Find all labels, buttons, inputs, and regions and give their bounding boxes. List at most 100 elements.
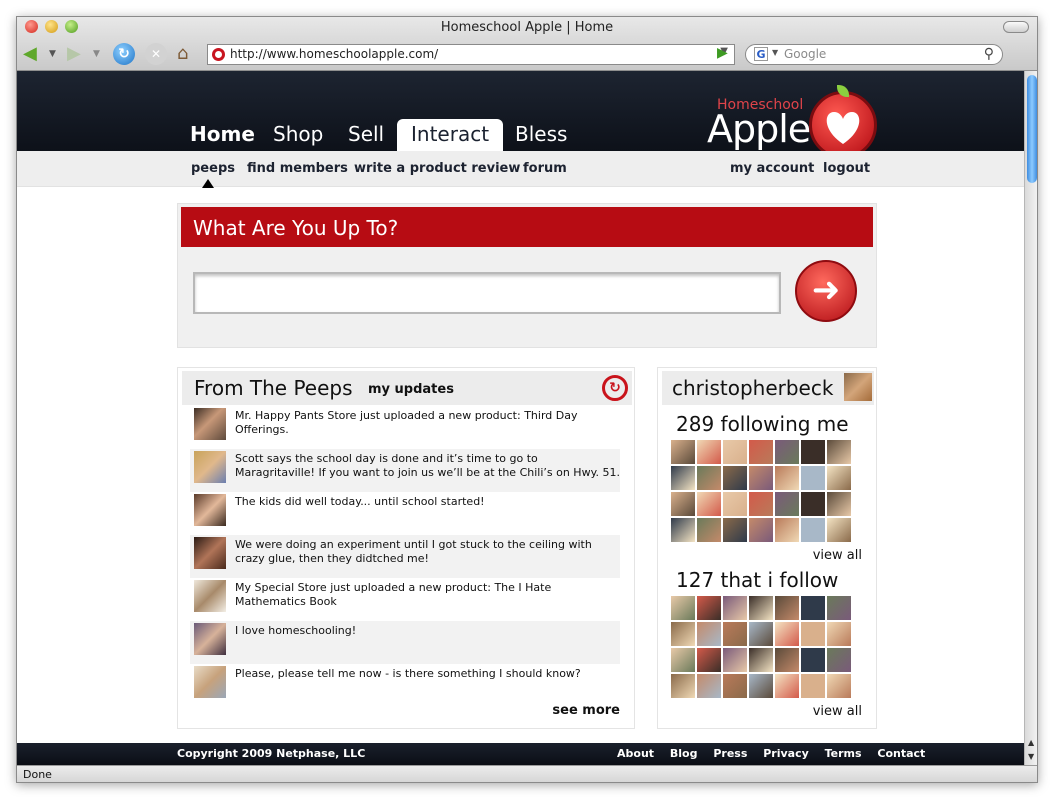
footer-link-terms[interactable]: Terms [825, 747, 862, 760]
subnav-logout[interactable]: logout [823, 161, 870, 176]
avatar[interactable] [194, 408, 226, 440]
member-thumbnail[interactable] [697, 622, 721, 646]
scroll-up-arrow-icon[interactable]: ▲ [1028, 738, 1034, 747]
member-thumbnail[interactable] [723, 492, 747, 516]
member-thumbnail[interactable] [801, 492, 825, 516]
see-more-link[interactable]: see more [552, 703, 620, 718]
back-arrow-icon[interactable]: ◀ [23, 43, 37, 65]
member-thumbnail[interactable] [801, 648, 825, 672]
member-thumbnail[interactable] [749, 648, 773, 672]
member-thumbnail[interactable] [671, 440, 695, 464]
member-thumbnail[interactable] [671, 622, 695, 646]
member-thumbnail[interactable] [749, 674, 773, 698]
reload-icon[interactable]: ↻ [113, 43, 135, 65]
member-thumbnail[interactable] [827, 492, 851, 516]
avatar[interactable] [194, 451, 226, 483]
forward-arrow-icon[interactable]: ▶ [67, 43, 81, 65]
member-thumbnail[interactable] [775, 648, 799, 672]
footer-link-press[interactable]: Press [713, 747, 747, 760]
tab-sell[interactable]: Sell [334, 119, 398, 151]
member-thumbnail[interactable] [749, 492, 773, 516]
member-thumbnail[interactable] [775, 492, 799, 516]
member-thumbnail[interactable] [775, 596, 799, 620]
search-engine-caret-icon[interactable]: ▼ [772, 48, 778, 57]
member-thumbnail[interactable] [697, 674, 721, 698]
member-thumbnail[interactable] [801, 674, 825, 698]
member-thumbnail[interactable] [723, 622, 747, 646]
subnav-find-members[interactable]: find members [247, 161, 348, 176]
member-thumbnail[interactable] [723, 518, 747, 542]
avatar[interactable] [194, 666, 226, 698]
tab-bless[interactable]: Bless [501, 119, 581, 151]
footer-link-privacy[interactable]: Privacy [763, 747, 809, 760]
address-text[interactable]: http://www.homeschoolapple.com/ [230, 47, 438, 61]
avatar[interactable] [194, 537, 226, 569]
avatar[interactable] [844, 373, 872, 401]
go-arrow-icon[interactable]: ▶ [717, 45, 728, 61]
member-thumbnail[interactable] [801, 466, 825, 490]
subnav-write-review[interactable]: write a product review [354, 161, 520, 176]
stop-icon[interactable]: ✕ [145, 43, 167, 65]
subnav-my-account[interactable]: my account [730, 161, 814, 176]
following-count[interactable]: 127 that i follow [676, 568, 838, 592]
member-thumbnail[interactable] [801, 622, 825, 646]
followers-count[interactable]: 289 following me [676, 412, 849, 436]
logo-big-text[interactable]: Apple [707, 107, 811, 151]
member-thumbnail[interactable] [749, 440, 773, 464]
avatar[interactable] [194, 580, 226, 612]
my-updates-tab[interactable]: my updates [368, 382, 454, 397]
member-thumbnail[interactable] [827, 622, 851, 646]
member-thumbnail[interactable] [671, 648, 695, 672]
member-thumbnail[interactable] [723, 648, 747, 672]
avatar[interactable] [194, 494, 226, 526]
member-thumbnail[interactable] [697, 518, 721, 542]
profile-username[interactable]: christopherbeck [672, 376, 833, 400]
address-bar[interactable]: http://www.homeschoolapple.com/ ▼ [207, 44, 735, 65]
footer-link-blog[interactable]: Blog [670, 747, 698, 760]
back-history-caret-icon[interactable]: ▼ [49, 43, 56, 65]
scrollbar-thumb[interactable] [1027, 75, 1037, 183]
footer-link-contact[interactable]: Contact [877, 747, 925, 760]
member-thumbnail[interactable] [827, 518, 851, 542]
member-thumbnail[interactable] [775, 440, 799, 464]
member-thumbnail[interactable] [723, 466, 747, 490]
member-thumbnail[interactable] [697, 466, 721, 490]
member-thumbnail[interactable] [671, 518, 695, 542]
vertical-scrollbar[interactable]: ▲ ▼ [1024, 71, 1037, 765]
member-thumbnail[interactable] [697, 648, 721, 672]
member-thumbnail[interactable] [671, 492, 695, 516]
member-thumbnail[interactable] [697, 440, 721, 464]
member-thumbnail[interactable] [801, 518, 825, 542]
member-thumbnail[interactable] [827, 440, 851, 464]
member-thumbnail[interactable] [671, 596, 695, 620]
refresh-icon[interactable]: ↻ [602, 375, 628, 401]
tab-home[interactable]: Home [176, 119, 269, 151]
apple-heart-logo-icon[interactable] [809, 91, 877, 159]
subnav-peeps[interactable]: peeps [191, 161, 235, 176]
member-thumbnail[interactable] [723, 674, 747, 698]
member-thumbnail[interactable] [827, 648, 851, 672]
member-thumbnail[interactable] [775, 518, 799, 542]
footer-link-about[interactable]: About [617, 747, 654, 760]
toolbar-toggle-button[interactable] [1003, 21, 1029, 33]
member-thumbnail[interactable] [697, 492, 721, 516]
tab-shop[interactable]: Shop [259, 119, 337, 151]
home-icon[interactable]: ⌂ [177, 43, 201, 65]
member-thumbnail[interactable] [827, 674, 851, 698]
subnav-forum[interactable]: forum [523, 161, 567, 176]
member-thumbnail[interactable] [801, 596, 825, 620]
member-thumbnail[interactable] [749, 466, 773, 490]
view-all-following-link[interactable]: view all [813, 704, 862, 719]
member-thumbnail[interactable] [671, 674, 695, 698]
member-thumbnail[interactable] [749, 596, 773, 620]
member-thumbnail[interactable] [775, 622, 799, 646]
magnifier-icon[interactable]: ⚲ [984, 46, 994, 62]
status-update-input[interactable] [193, 272, 781, 314]
member-thumbnail[interactable] [801, 440, 825, 464]
tab-interact[interactable]: Interact [397, 119, 504, 151]
search-placeholder[interactable]: Google [784, 47, 826, 61]
member-thumbnail[interactable] [827, 596, 851, 620]
member-thumbnail[interactable] [723, 596, 747, 620]
view-all-followers-link[interactable]: view all [813, 548, 862, 563]
member-thumbnail[interactable] [827, 466, 851, 490]
